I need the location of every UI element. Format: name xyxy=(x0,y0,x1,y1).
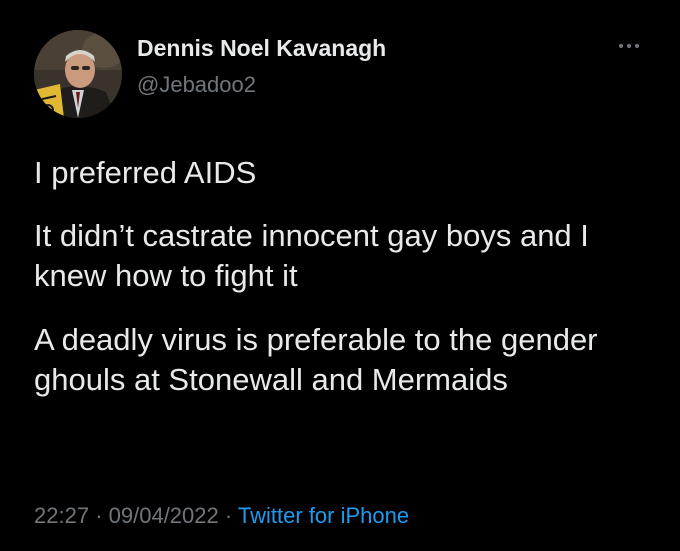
more-horizontal-icon-dot xyxy=(635,44,639,48)
separator: · xyxy=(95,503,103,528)
tweet-paragraph: It didn’t castrate innocent gay boys and… xyxy=(34,218,589,293)
tweet-source-link[interactable]: Twitter for iPhone xyxy=(238,503,409,528)
tweet-time[interactable]: 22:27 xyxy=(34,503,89,528)
tweet-paragraph: A deadly virus is preferable to the gend… xyxy=(34,322,598,397)
tweet-date[interactable]: 09/04/2022 xyxy=(109,503,219,528)
author-display-name[interactable]: Dennis Noel Kavanagh xyxy=(137,35,386,62)
tweet-metadata: 22:27 · 09/04/2022 · Twitter for iPhone xyxy=(34,503,409,529)
avatar-image xyxy=(34,30,122,118)
more-options-button[interactable] xyxy=(613,36,645,56)
author-handle[interactable]: @Jebadoo2 xyxy=(137,72,256,98)
tweet-card: Dennis Noel Kavanagh @Jebadoo2 I preferr… xyxy=(0,0,680,551)
tweet-paragraph: I preferred AIDS xyxy=(34,155,257,190)
more-horizontal-icon xyxy=(619,44,623,48)
separator: · xyxy=(224,503,233,528)
more-horizontal-icon-dot xyxy=(627,44,631,48)
avatar[interactable] xyxy=(34,30,122,118)
